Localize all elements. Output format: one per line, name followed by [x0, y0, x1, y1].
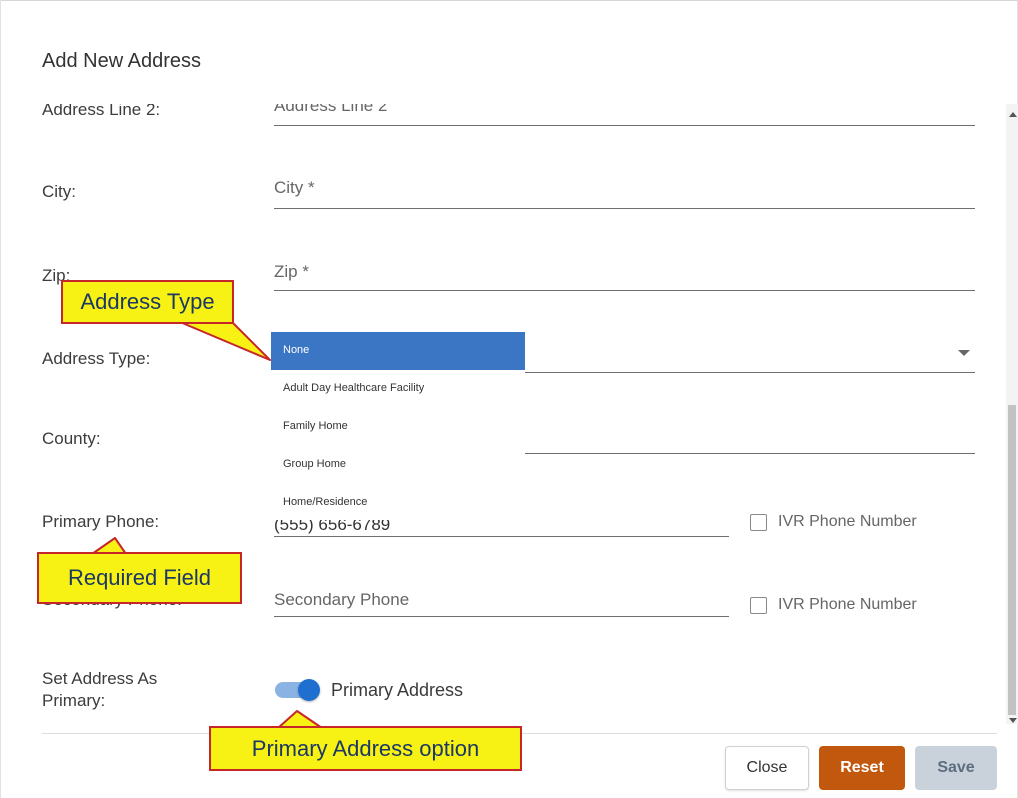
primary-address-callout: Primary Address option — [209, 726, 522, 771]
address-type-callout: Address Type — [61, 280, 234, 324]
required-field-callout: Required Field — [37, 552, 242, 604]
address-type-callout-pointer — [179, 321, 271, 361]
callout-pointers — [91, 321, 323, 729]
